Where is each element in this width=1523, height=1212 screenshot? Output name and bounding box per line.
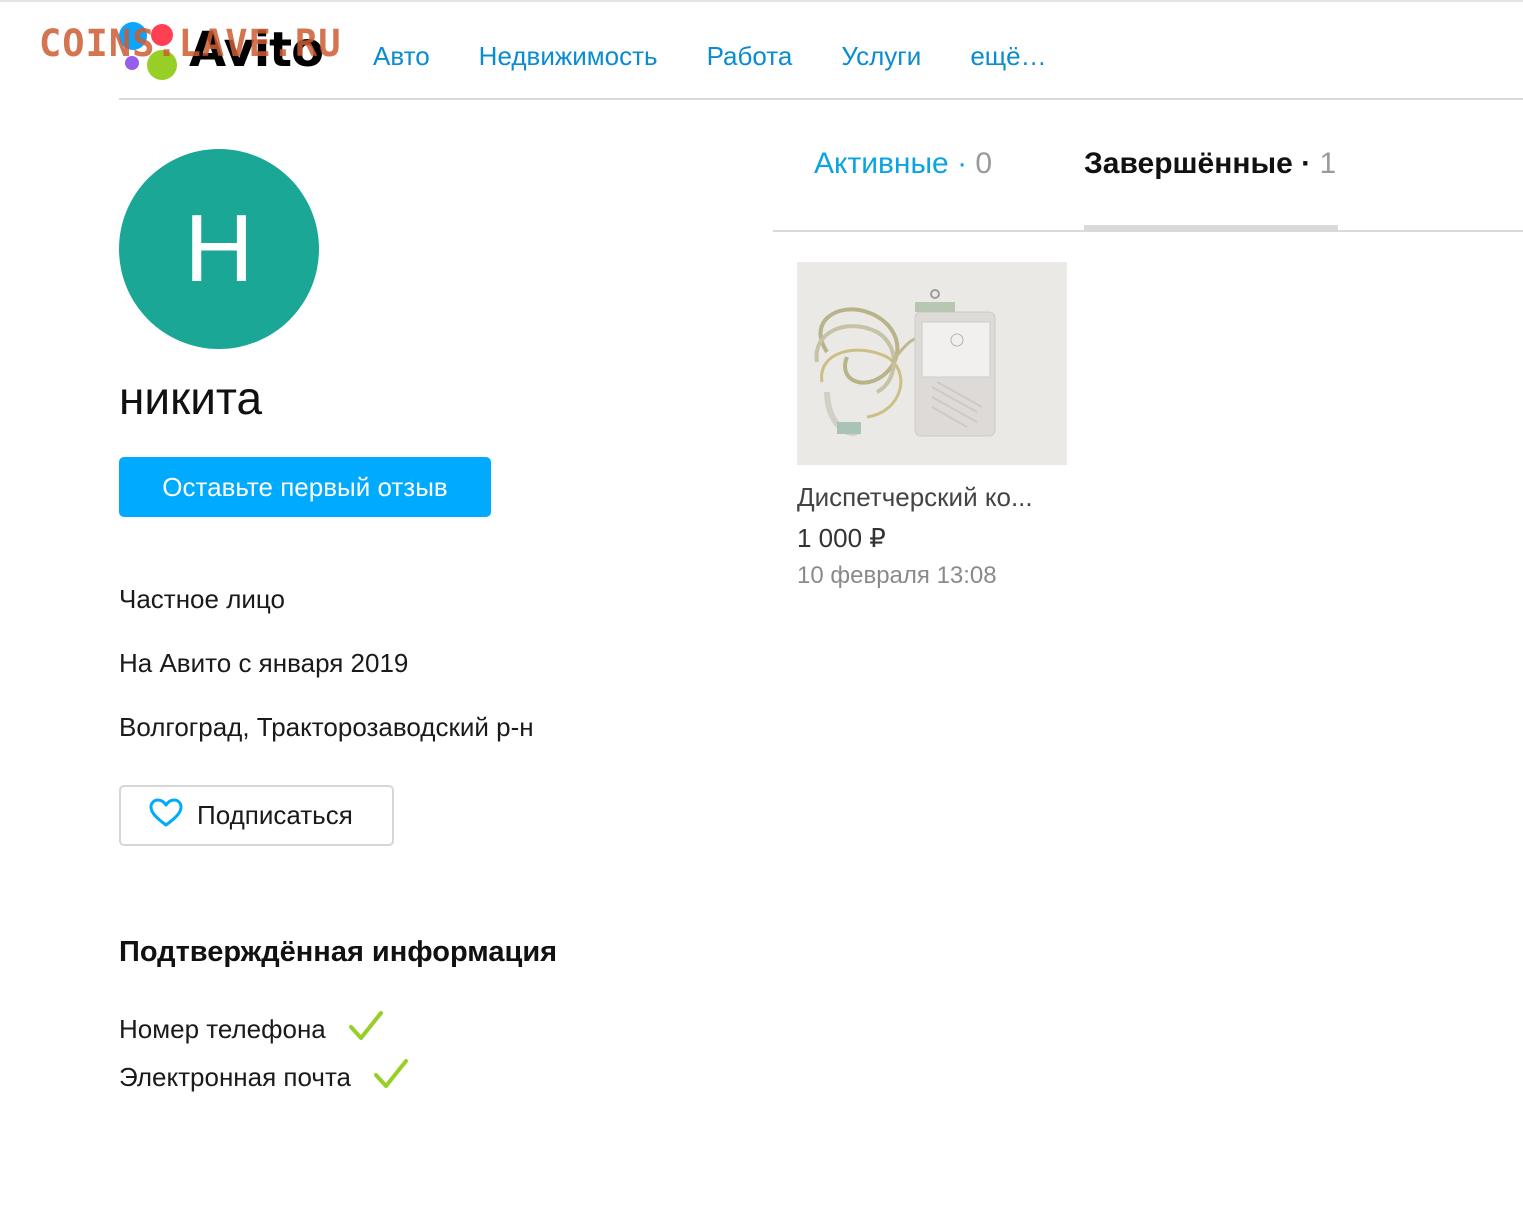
check-icon	[373, 1058, 409, 1095]
check-icon	[348, 1010, 384, 1047]
listing-price: 1 000 ₽	[797, 523, 886, 553]
verified-phone-label: Номер телефона	[119, 1013, 326, 1044]
profile-name: никита	[119, 372, 263, 424]
tab-completed[interactable]: Завершённые · 1	[1084, 144, 1336, 184]
verified-info-title: Подтверждённая информация	[119, 936, 558, 968]
listing-card[interactable]: Диспетчерский ко... 1 000 ₽ 10 февраля 1…	[797, 262, 1067, 593]
subscribe-label: Подписаться	[197, 800, 353, 830]
tab-separator: ·	[948, 147, 976, 180]
nav-jobs[interactable]: Работа	[707, 38, 793, 74]
verified-email: Электронная почта	[119, 1058, 409, 1095]
verified-email-label: Электронная почта	[119, 1061, 352, 1092]
nav-services[interactable]: Услуги	[841, 38, 921, 74]
listing-date: 10 февраля 13:08	[797, 562, 997, 589]
nav-real-estate[interactable]: Недвижимость	[479, 38, 658, 74]
avatar: Н	[119, 149, 319, 349]
nav-auto[interactable]: Авто	[373, 38, 430, 74]
nav-more[interactable]: ещё…	[970, 38, 1046, 74]
tab-separator: ·	[1292, 147, 1320, 180]
subscribe-button[interactable]: Подписаться	[119, 785, 394, 846]
site-header: Avito COINS.LAVE.RU Авто Недвижимость Ра…	[39, 14, 1523, 100]
tab-selected-indicator	[1084, 225, 1338, 231]
tab-completed-count: 1	[1319, 147, 1337, 180]
member-since: На Авито с января 2019	[119, 648, 409, 678]
seller-location: Волгоград, Тракторозаводский р-н	[119, 712, 534, 742]
heart-icon	[149, 798, 183, 833]
tab-completed-label: Завершённые	[1084, 147, 1293, 180]
tab-active[interactable]: Активные · 0	[814, 144, 992, 184]
top-border	[0, 0, 1523, 2]
listing-title[interactable]: Диспетчерский ко...	[797, 479, 1067, 515]
leave-review-button[interactable]: Оставьте первый отзыв	[119, 457, 491, 517]
tab-active-count: 0	[975, 147, 993, 180]
seller-type: Частное лицо	[119, 584, 285, 614]
main-nav: Авто Недвижимость Работа Услуги ещё…	[373, 38, 1047, 74]
tab-active-label: Активные	[814, 147, 949, 180]
verified-phone: Номер телефона	[119, 1010, 384, 1047]
listing-image[interactable]	[797, 262, 1067, 465]
watermark: COINS.LAVE.RU	[39, 22, 342, 65]
